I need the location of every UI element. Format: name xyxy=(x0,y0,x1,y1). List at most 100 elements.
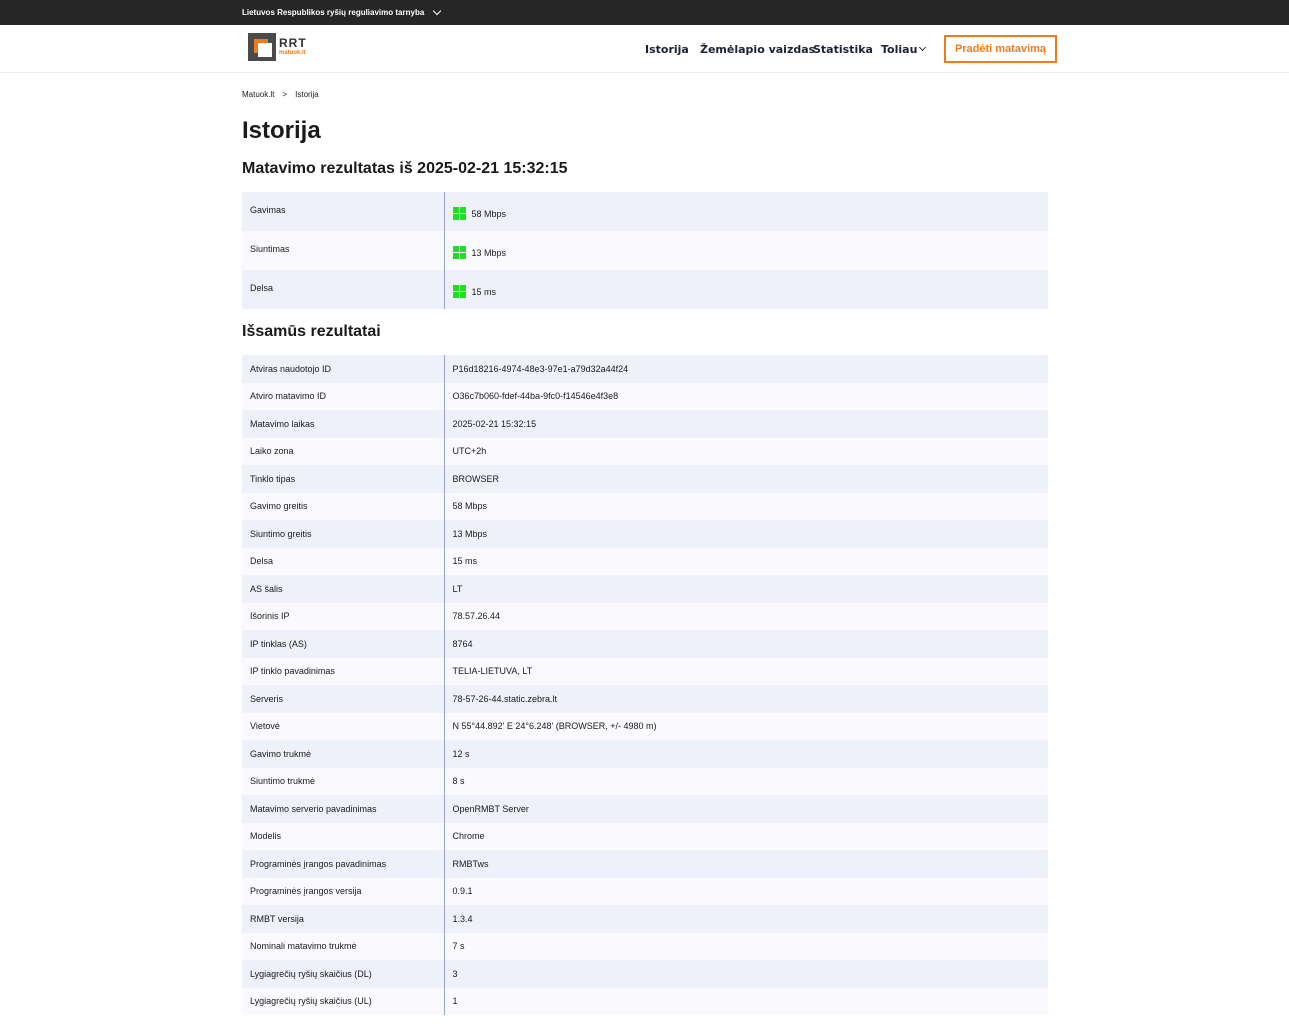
detail-label: Tinklo tipas xyxy=(242,465,445,493)
table-row: Siuntimo greitis 13 Mbps xyxy=(242,520,1048,548)
breadcrumb-separator: > xyxy=(282,90,288,99)
detail-label: Siuntimo trukmė xyxy=(242,767,445,795)
details-heading: Išsamūs rezultatai xyxy=(242,323,381,340)
table-row: IP tinklas (AS) 8764 xyxy=(242,630,1048,658)
table-row: Laiko zona UTC+2h xyxy=(242,437,1048,465)
table-row: Delsa 15 ms xyxy=(242,547,1048,575)
table-row: Gavimo trukmė 12 s xyxy=(242,740,1048,768)
detail-label: Gavimo greitis xyxy=(242,492,445,520)
detail-value: 78-57-26-44.static.zebra.lt xyxy=(444,685,1048,713)
details-table: Atviras naudotojo ID P16d18216-4974-48e3-… xyxy=(242,355,1048,1015)
breadcrumb: Matuok.lt > Istorija xyxy=(242,90,319,99)
detail-value: 13 Mbps xyxy=(444,520,1048,548)
detail-label: Atviras naudotojo ID xyxy=(242,355,445,383)
nav-item-istorija[interactable]: Istorija xyxy=(645,43,689,56)
table-row: Išorinis IP 78.57.26.44 xyxy=(242,602,1048,630)
detail-label: Vietovė xyxy=(242,712,445,740)
table-row: Gavimo greitis 58 Mbps xyxy=(242,492,1048,520)
result-heading: Matavimo rezultatas iš 2025-02-21 15:32:… xyxy=(242,160,568,177)
detail-label: Lygiagrečių ryšių skaičius (UL) xyxy=(242,987,445,1015)
nav-item-map[interactable]: Žemėlapio vaizdas xyxy=(700,43,815,56)
logo-mark: RRT xyxy=(279,35,307,50)
table-row: IP tinklo pavadinimas TELIA-LIETUVA, LT xyxy=(242,657,1048,685)
detail-label: IP tinklo pavadinimas xyxy=(242,657,445,685)
breadcrumb-current: Istorija xyxy=(295,90,319,99)
detail-label: Išorinis IP xyxy=(242,602,445,630)
table-row: Lygiagrečių ryšių skaičius (UL) 1 xyxy=(242,987,1048,1015)
table-row: Vietovė N 55°44.892' E 24°6.248' (BROWSER… xyxy=(242,712,1048,740)
table-row: Programinės įrangos pavadinimas RMBTws xyxy=(242,850,1048,878)
org-name: Lietuvos Respublikos ryšių reguliavimo t… xyxy=(242,8,425,17)
detail-value: 2025-02-21 15:32:15 xyxy=(444,410,1048,438)
detail-value: RMBTws xyxy=(444,850,1048,878)
site-header: RRT matuok.lt Istorija Žemėlapio vaizdas… xyxy=(0,25,1289,73)
detail-value: 1.3.4 xyxy=(444,905,1048,933)
table-row: Delsa 15 ms xyxy=(242,270,1048,309)
detail-value: OpenRMBT Server xyxy=(444,795,1048,823)
detail-label: Siuntimo greitis xyxy=(242,520,445,548)
detail-value: 15 ms xyxy=(444,547,1048,575)
logo[interactable]: RRT matuok.lt xyxy=(248,33,307,61)
table-row: Modelis Chrome xyxy=(242,822,1048,850)
detail-label: Delsa xyxy=(242,547,445,575)
chevron-down-icon xyxy=(919,43,927,52)
table-row: Programinės įrangos versija 0.9.1 xyxy=(242,877,1048,905)
detail-label: RMBT versija xyxy=(242,905,445,933)
summary-label: Gavimas xyxy=(242,192,445,231)
summary-table: Gavimas 58 Mbps Siuntimas 13 Mbps Delsa … xyxy=(242,192,1048,309)
detail-label: Modelis xyxy=(242,822,445,850)
detail-value: 78.57.26.44 xyxy=(444,602,1048,630)
chevron-down-icon xyxy=(433,6,442,15)
detail-value: P16d18216-4974-48e3-97e1-a79d32a44f24 xyxy=(444,355,1048,383)
logo-icon xyxy=(248,33,276,61)
status-good-icon xyxy=(452,246,466,259)
table-row: AS šalis LT xyxy=(242,575,1048,603)
table-row: Matavimo serverio pavadinimas OpenRMBT Se… xyxy=(242,795,1048,823)
detail-value: 1 xyxy=(444,987,1048,1015)
top-bar: Lietuvos Respublikos ryšių reguliavimo t… xyxy=(0,0,1289,25)
detail-value: TELIA-LIETUVA, LT xyxy=(444,657,1048,685)
detail-label: Nominali matavimo trukmė xyxy=(242,932,445,960)
status-good-icon xyxy=(452,285,466,298)
nav-item-more[interactable]: Toliau xyxy=(881,43,927,56)
table-row: Siuntimo trukmė 8 s xyxy=(242,767,1048,795)
detail-label: Lygiagrečių ryšių skaičius (DL) xyxy=(242,960,445,988)
detail-value: 0.9.1 xyxy=(444,877,1048,905)
nav-item-statistics[interactable]: Statistika xyxy=(813,43,873,56)
detail-label: AS šalis xyxy=(242,575,445,603)
page-title: Istorija xyxy=(242,117,321,144)
table-row: Atviras naudotojo ID P16d18216-4974-48e3-… xyxy=(242,355,1048,383)
detail-value: Chrome xyxy=(444,822,1048,850)
detail-value: N 55°44.892' E 24°6.248' (BROWSER, +/- 4… xyxy=(444,712,1048,740)
detail-value: 12 s xyxy=(444,740,1048,768)
summary-label: Siuntimas xyxy=(242,231,445,270)
summary-value: 58 Mbps xyxy=(471,208,507,219)
table-row: Matavimo laikas 2025-02-21 15:32:15 xyxy=(242,410,1048,438)
detail-value: LT xyxy=(444,575,1048,603)
detail-label: Programinės įrangos pavadinimas xyxy=(242,850,445,878)
detail-label: Laiko zona xyxy=(242,437,445,465)
detail-label: Matavimo serverio pavadinimas xyxy=(242,795,445,823)
summary-value: 15 ms xyxy=(471,286,497,297)
detail-label: Matavimo laikas xyxy=(242,410,445,438)
detail-value: BROWSER xyxy=(444,465,1048,493)
detail-value: 8764 xyxy=(444,630,1048,658)
detail-value: 58 Mbps xyxy=(444,492,1048,520)
table-row: Siuntimas 13 Mbps xyxy=(242,231,1048,270)
summary-label: Delsa xyxy=(242,270,445,309)
table-row: Lygiagrečių ryšių skaičius (DL) 3 xyxy=(242,960,1048,988)
detail-label: IP tinklas (AS) xyxy=(242,630,445,658)
org-selector[interactable]: Lietuvos Respublikos ryšių reguliavimo t… xyxy=(242,0,442,25)
breadcrumb-home[interactable]: Matuok.lt xyxy=(242,90,274,99)
detail-label: Atviro matavimo ID xyxy=(242,382,445,410)
status-good-icon xyxy=(452,207,466,220)
table-row: Gavimas 58 Mbps xyxy=(242,192,1048,231)
table-row: Tinklo tipas BROWSER xyxy=(242,465,1048,493)
start-measurement-button[interactable]: Pradėti matavimą xyxy=(944,35,1057,63)
detail-value: UTC+2h xyxy=(444,437,1048,465)
table-row: RMBT versija 1.3.4 xyxy=(242,905,1048,933)
table-row: Serveris 78-57-26-44.static.zebra.lt xyxy=(242,685,1048,713)
detail-label: Gavimo trukmė xyxy=(242,740,445,768)
table-row: Atviro matavimo ID O36c7b060-fdef-44ba-9f… xyxy=(242,382,1048,410)
logo-sub: matuok.lt xyxy=(279,49,306,56)
